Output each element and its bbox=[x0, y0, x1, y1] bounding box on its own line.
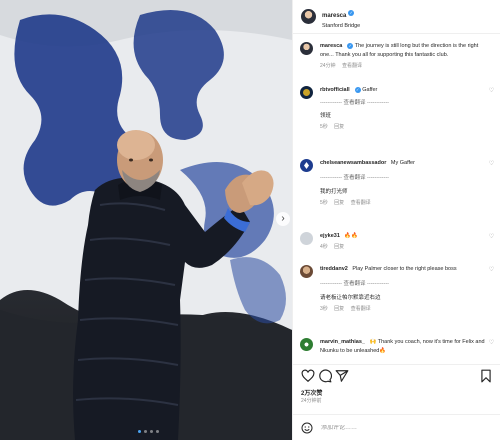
translation-divider[interactable]: ------------ 查看翻译 ------------ bbox=[320, 99, 485, 108]
caption-text: The journey is still long but the direct… bbox=[320, 43, 479, 58]
likes-count[interactable]: 2万次赞 bbox=[301, 388, 322, 397]
reply-button[interactable]: 回复 bbox=[334, 200, 344, 206]
carousel-dot bbox=[138, 430, 141, 433]
post-location[interactable]: Stanford Bridge bbox=[322, 23, 360, 30]
photo-scene bbox=[0, 0, 292, 440]
translate-link[interactable]: 查看翻译 bbox=[351, 200, 371, 206]
reply-button[interactable]: 回复 bbox=[334, 124, 344, 130]
carousel-dot bbox=[144, 430, 147, 433]
post-timestamp: 24分钟前 bbox=[301, 398, 322, 404]
comment-time: 5秒 bbox=[320, 200, 328, 206]
carousel-dot bbox=[156, 430, 159, 433]
comment-text: Play Palmer closer to the right please b… bbox=[352, 266, 457, 272]
comment-time: 3秒 bbox=[320, 306, 328, 312]
comment-input[interactable] bbox=[321, 424, 471, 431]
author-avatar[interactable] bbox=[301, 9, 316, 24]
reply-button[interactable]: 回复 bbox=[334, 306, 344, 312]
carousel-dots bbox=[138, 430, 159, 433]
comment-username[interactable]: ejyke31 bbox=[320, 233, 340, 239]
heart-icon[interactable]: ♡ bbox=[488, 161, 495, 168]
caption-translate-link[interactable]: 查看翻译 bbox=[342, 63, 362, 69]
translate-link[interactable]: 查看翻译 bbox=[351, 306, 371, 312]
comment-username[interactable]: chelseanewsambassador bbox=[320, 160, 386, 166]
heart-icon[interactable]: ♡ bbox=[488, 234, 495, 241]
comment-icon[interactable] bbox=[318, 369, 332, 383]
emoji-icon[interactable] bbox=[301, 422, 313, 434]
heart-icon[interactable]: ♡ bbox=[488, 88, 495, 95]
commenter-avatar[interactable] bbox=[300, 265, 313, 278]
comment-text: 🔥🔥 bbox=[344, 233, 359, 239]
comment-time: 4秒 bbox=[320, 244, 328, 250]
bookmark-icon[interactable] bbox=[479, 369, 493, 383]
caption-username[interactable]: maresca bbox=[320, 43, 342, 49]
verified-icon: ✓ bbox=[348, 9, 355, 16]
comment-text: Gaffer bbox=[362, 87, 378, 93]
comment-translation: 我的打光师 bbox=[320, 189, 348, 195]
commenter-avatar[interactable] bbox=[300, 232, 313, 245]
translation-divider[interactable]: ------------ 查看翻译 ------------ bbox=[320, 174, 485, 183]
comment-translation: 领班 bbox=[320, 113, 332, 119]
comment-username[interactable]: rbtvofficiall bbox=[320, 87, 350, 93]
caption-time: 24分钟 bbox=[320, 63, 336, 69]
comments-list[interactable]: maresca ✓ The journey is still long but t… bbox=[293, 34, 500, 364]
comment-text: My Gaffer bbox=[390, 160, 415, 166]
comment-username[interactable]: marvin_mathias_ bbox=[320, 339, 365, 345]
next-image-icon[interactable]: › bbox=[276, 212, 290, 226]
commenter-avatar[interactable] bbox=[300, 338, 313, 351]
comment-translation: 请老板让帕尔默靠近右边 bbox=[320, 295, 381, 301]
heart-icon[interactable] bbox=[301, 369, 315, 383]
verified-icon: ✓ bbox=[354, 86, 361, 93]
comment-time: 5秒 bbox=[320, 124, 328, 130]
author-username[interactable]: maresca bbox=[322, 13, 346, 19]
add-comment-bar bbox=[293, 414, 500, 440]
action-bar bbox=[293, 364, 500, 386]
post-header: maresca✓ Stanford Bridge bbox=[293, 0, 500, 34]
translation-divider[interactable]: ------------ 查看翻译 ------------ bbox=[320, 280, 485, 289]
reply-button[interactable]: 回复 bbox=[334, 244, 344, 250]
commenter-avatar[interactable] bbox=[300, 159, 313, 172]
heart-icon[interactable]: ♡ bbox=[488, 267, 495, 274]
comment-username[interactable]: tireddanv2 bbox=[320, 266, 348, 272]
caption-avatar[interactable] bbox=[300, 42, 313, 55]
share-icon[interactable] bbox=[335, 369, 349, 383]
commenter-avatar[interactable] bbox=[300, 86, 313, 99]
post-sidebar: maresca✓ Stanford Bridge maresca ✓ The jo… bbox=[292, 0, 500, 440]
heart-icon[interactable]: ♡ bbox=[488, 340, 495, 347]
post-photo[interactable]: › bbox=[0, 0, 292, 440]
carousel-dot bbox=[150, 430, 153, 433]
verified-icon: ✓ bbox=[347, 42, 354, 49]
